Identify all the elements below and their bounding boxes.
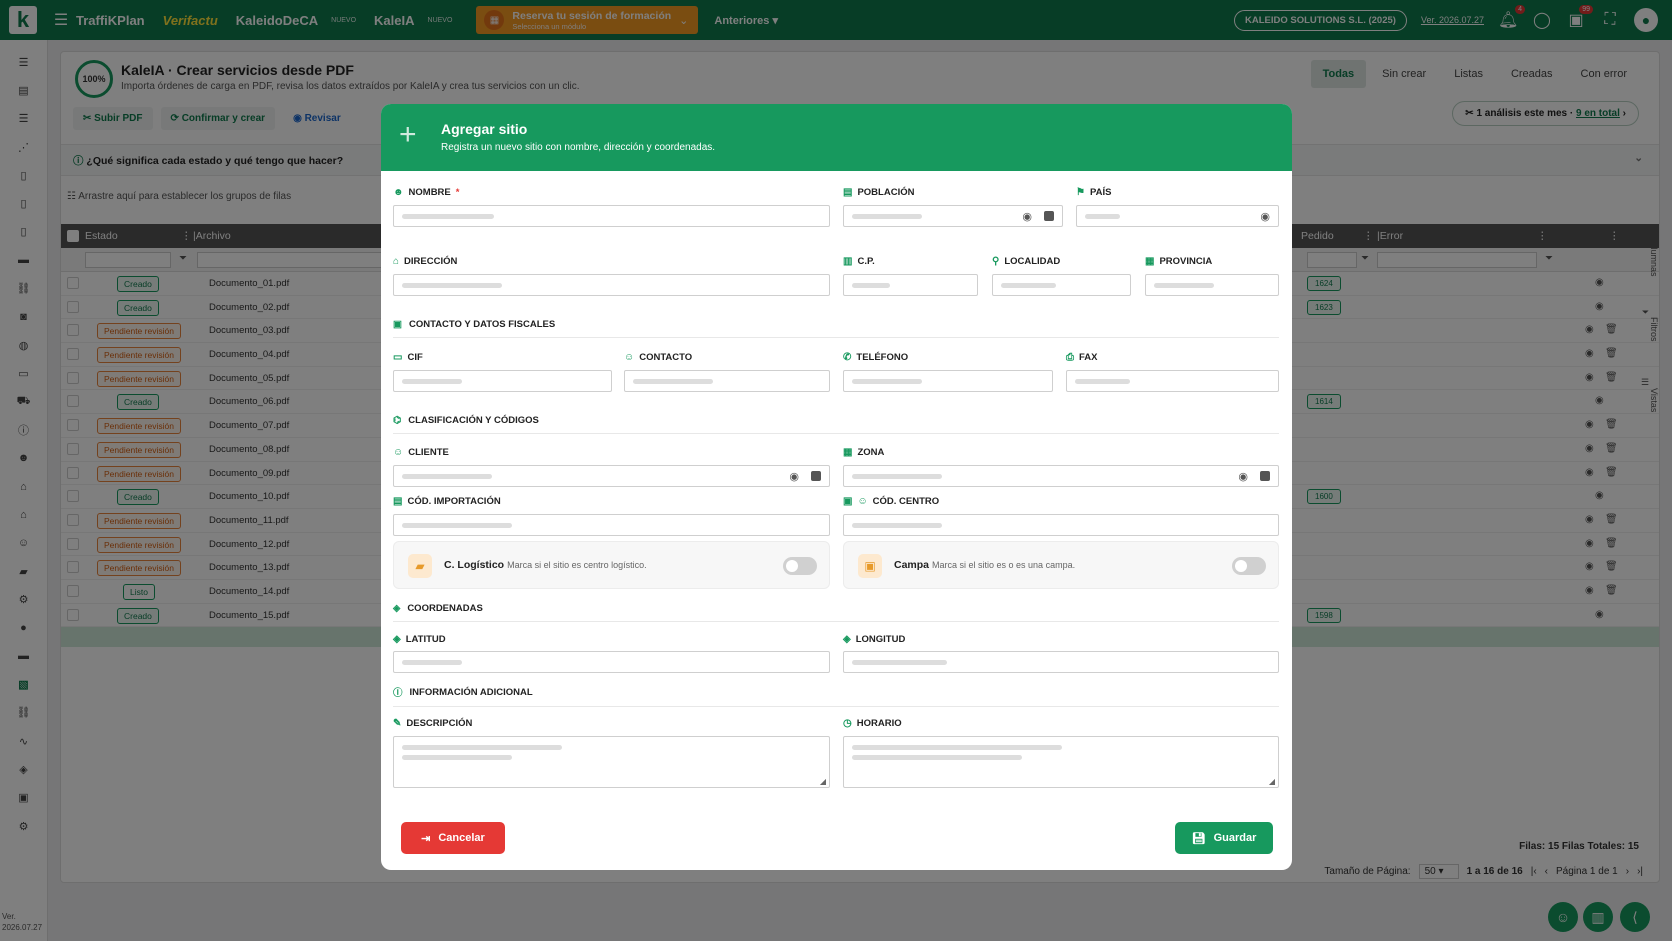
signpost-icon: ⌂: [393, 256, 400, 267]
id-icon: ▣: [393, 319, 402, 330]
campa-switch[interactable]: [1232, 557, 1266, 575]
modal-subtitle: Registra un nuevo sitio con nombre, dire…: [441, 142, 716, 153]
label-nombre: ☻ Nombre *: [393, 187, 460, 198]
label-descripcion: ✎ Descripción: [393, 718, 473, 729]
yard-icon: ▣: [858, 554, 882, 578]
label-longitud: ◈ Longitud: [843, 634, 906, 645]
contacto-input[interactable]: [624, 370, 830, 392]
phone-icon: ✆: [843, 352, 852, 363]
section-info-adicional: ⓘ Información adicional: [393, 685, 1279, 707]
eye-icon[interactable]: ◉: [1238, 470, 1248, 483]
map-icon: ▦: [1145, 256, 1155, 267]
label-localidad: ⚲ Localidad: [992, 256, 1061, 267]
postal-icon: ▥: [843, 256, 853, 267]
tags-icon: ⌬: [393, 415, 402, 426]
edit-icon: ✎: [393, 718, 402, 729]
label-cod-importacion: ▤ Cód. importación: [393, 496, 501, 507]
cp-input[interactable]: [843, 274, 978, 296]
logistico-switch[interactable]: [783, 557, 817, 575]
nombre-input[interactable]: [393, 205, 830, 227]
provincia-input[interactable]: [1145, 274, 1279, 296]
diamond-icon: ◈: [843, 634, 851, 645]
modal-title: Agregar sitio: [441, 121, 528, 137]
select-icon[interactable]: [1044, 211, 1054, 221]
plus-icon: +: [399, 118, 417, 151]
label-pais: ⚑ País: [1076, 187, 1112, 198]
cliente-input[interactable]: ◉: [393, 465, 830, 487]
cod-importacion-input[interactable]: [393, 514, 830, 536]
diamond-icon: ◈: [393, 634, 401, 645]
select-icon[interactable]: [811, 471, 821, 481]
id-icon: ▣: [843, 496, 853, 507]
label-cod-centro: ▣ ☺ Cód. centro: [843, 496, 940, 507]
cancel-button[interactable]: ⇥ Cancelar: [401, 822, 505, 854]
warehouse-icon: ▰: [408, 554, 432, 578]
map-icon: ▦: [843, 447, 853, 458]
label-latitud: ◈ Latitud: [393, 634, 446, 645]
add-site-modal: + Agregar sitio Registra un nuevo sitio …: [381, 104, 1292, 870]
localidad-input[interactable]: [992, 274, 1131, 296]
select-icon[interactable]: [1260, 471, 1270, 481]
fax-input[interactable]: [1066, 370, 1279, 392]
label-cp: ▥ C.P.: [843, 256, 875, 267]
printer-icon: ⎙: [1066, 352, 1074, 363]
poblacion-input[interactable]: ◉: [843, 205, 1063, 227]
longitud-input[interactable]: [843, 651, 1279, 673]
eye-icon[interactable]: ◉: [789, 470, 799, 483]
user-icon: ☺: [393, 447, 404, 458]
modal-header: + Agregar sitio Registra un nuevo sitio …: [381, 104, 1292, 171]
logistico-toggle-card: ▰ C. Logístico Marca si el sitio es centr…: [393, 541, 830, 589]
exit-icon: ⇥: [421, 832, 431, 845]
pais-input[interactable]: ◉: [1076, 205, 1279, 227]
label-telefono: ✆ Teléfono: [843, 352, 909, 363]
save-button[interactable]: 💾︎ Guardar: [1175, 822, 1273, 854]
label-fax: ⎙ Fax: [1066, 352, 1098, 363]
direccion-input[interactable]: [393, 274, 830, 296]
building-icon: ▤: [843, 187, 853, 198]
campa-toggle-card: ▣ Campa Marca si el sitio es o es una cam…: [843, 541, 1279, 589]
latitud-input[interactable]: [393, 651, 830, 673]
eye-icon[interactable]: ◉: [1260, 210, 1270, 223]
label-cliente: ☺ Cliente: [393, 447, 449, 458]
label-horario: ◷ Horario: [843, 718, 902, 729]
eye-icon[interactable]: ◉: [1022, 210, 1032, 223]
label-zona: ▦ Zona: [843, 447, 885, 458]
person-icon: ☺: [857, 496, 868, 507]
label-poblacion: ▤ Población: [843, 187, 915, 198]
import-icon: ▤: [393, 496, 403, 507]
label-contacto: ☺ Contacto: [624, 352, 693, 363]
section-clasificacion: ⌬ Clasificación y códigos: [393, 415, 1279, 434]
horario-textarea[interactable]: ◢: [843, 736, 1279, 788]
user-icon: ☻: [393, 187, 404, 198]
card-icon: ▭: [393, 352, 403, 363]
section-contacto: ▣ Contacto y datos fiscales: [393, 319, 1279, 338]
flag-icon: ⚑: [1076, 187, 1085, 198]
cif-input[interactable]: [393, 370, 612, 392]
telefono-input[interactable]: [843, 370, 1053, 392]
cod-centro-input[interactable]: [843, 514, 1279, 536]
diamond-icon: ◈: [393, 603, 401, 614]
pin-icon: ⚲: [992, 256, 1000, 267]
label-provincia: ▦ Provincia: [1145, 256, 1213, 267]
person-icon: ☺: [624, 352, 635, 363]
clock-icon: ◷: [843, 718, 852, 729]
zona-input[interactable]: ◉: [843, 465, 1279, 487]
label-direccion: ⌂ Dirección: [393, 256, 458, 267]
label-cif: ▭ CIF: [393, 352, 423, 363]
info-icon: ⓘ: [393, 688, 403, 699]
campa-label: Campa Marca si el sitio es o es una campa…: [894, 559, 1076, 571]
save-icon: 💾︎: [1191, 832, 1206, 845]
descripcion-textarea[interactable]: ◢: [393, 736, 830, 788]
logistico-label: C. Logístico Marca si el sitio es centro …: [444, 559, 647, 571]
section-coordenadas: ◈ Coordenadas: [393, 603, 1279, 622]
